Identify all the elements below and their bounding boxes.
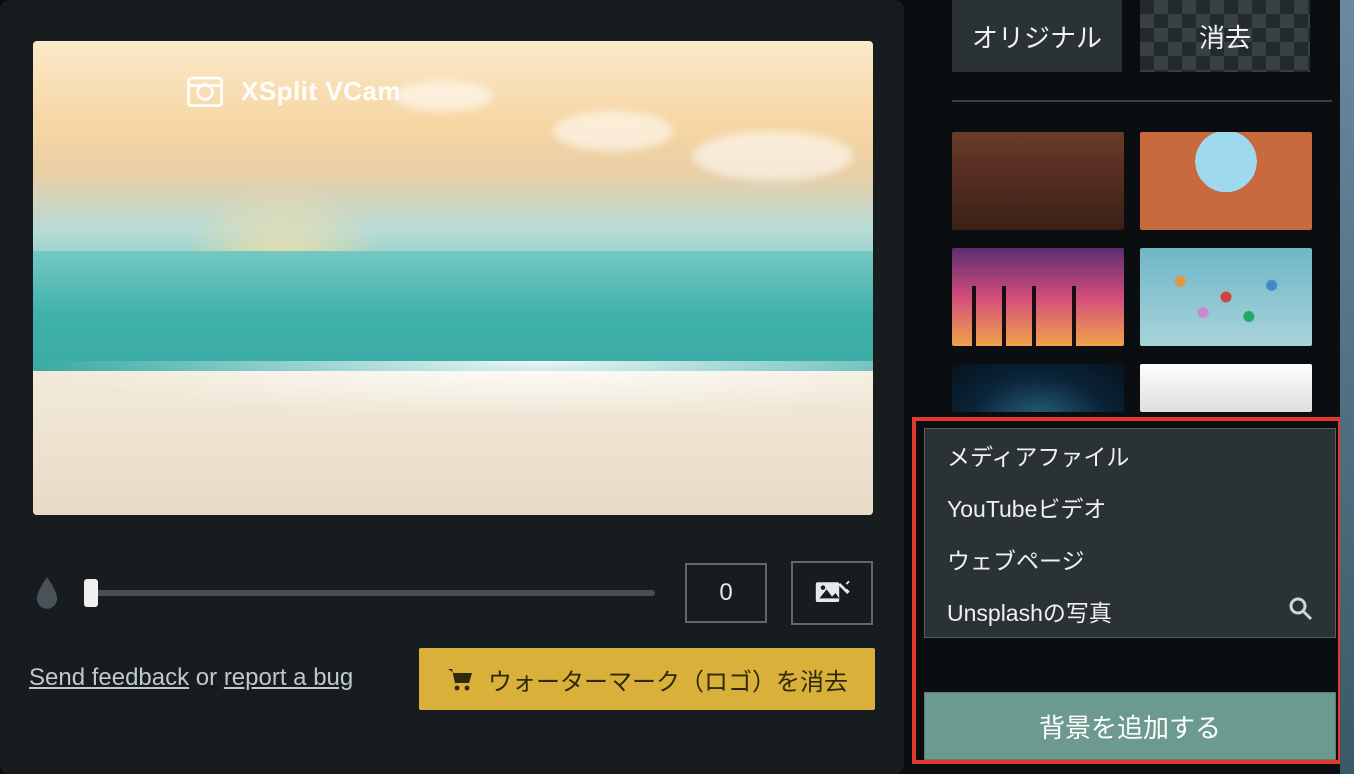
blur-icon bbox=[33, 575, 61, 611]
add-background-menu: メディアファイル YouTubeビデオ ウェブページ Unsplashの写真 bbox=[924, 428, 1336, 638]
remove-watermark-button[interactable]: ウォーターマーク（ロゴ）を消去 bbox=[419, 648, 875, 710]
blur-value-text: 0 bbox=[719, 579, 732, 607]
bg-mode-tiles: オリジナル 消去 bbox=[952, 0, 1332, 72]
bg-thumb-partial[interactable] bbox=[1140, 364, 1312, 412]
app-root: XSplit VCam 0 bbox=[0, 0, 1354, 774]
add-background-button[interactable]: 背景を追加する bbox=[924, 692, 1336, 760]
menu-item-media-file[interactable]: メディアファイル bbox=[925, 429, 1335, 481]
image-wand-icon bbox=[814, 578, 850, 608]
bg-thumb-canyon[interactable] bbox=[1140, 132, 1312, 230]
window-edge bbox=[1340, 0, 1354, 774]
footer-or: or bbox=[189, 664, 224, 691]
bg-thumb-night[interactable] bbox=[952, 364, 1124, 412]
image-edit-button[interactable] bbox=[791, 561, 873, 625]
watermark: XSplit VCam bbox=[183, 69, 401, 113]
background-thumbs bbox=[952, 132, 1332, 412]
report-bug-link[interactable]: report a bug bbox=[224, 664, 353, 691]
menu-item-webpage[interactable]: ウェブページ bbox=[925, 533, 1335, 585]
bg-thumb-balloons[interactable] bbox=[1140, 248, 1312, 346]
menu-item-youtube[interactable]: YouTubeビデオ bbox=[925, 481, 1335, 533]
menu-item-label: YouTubeビデオ bbox=[947, 490, 1106, 524]
footer-links: Send feedback or report a bug bbox=[29, 664, 353, 692]
menu-item-unsplash[interactable]: Unsplashの写真 bbox=[925, 585, 1335, 637]
tile-remove[interactable]: 消去 bbox=[1140, 0, 1310, 72]
menu-item-label: Unsplashの写真 bbox=[947, 594, 1112, 628]
menu-item-label: メディアファイル bbox=[947, 438, 1129, 472]
slider-thumb[interactable] bbox=[84, 579, 98, 607]
bg-thumb-sunset[interactable] bbox=[952, 248, 1124, 346]
remove-watermark-label: ウォーターマーク（ロゴ）を消去 bbox=[488, 662, 848, 697]
tile-remove-label: 消去 bbox=[1199, 18, 1251, 55]
main-panel: XSplit VCam 0 bbox=[0, 0, 904, 774]
menu-item-label: ウェブページ bbox=[947, 542, 1085, 576]
blur-controls: 0 bbox=[33, 558, 873, 628]
watermark-text: XSplit VCam bbox=[241, 76, 401, 107]
cart-icon bbox=[446, 666, 474, 692]
send-feedback-link[interactable]: Send feedback bbox=[29, 664, 189, 691]
tile-original[interactable]: オリジナル bbox=[952, 0, 1122, 72]
search-icon bbox=[1287, 595, 1313, 627]
bg-thumb-library[interactable] bbox=[952, 132, 1124, 230]
divider bbox=[952, 100, 1332, 102]
blur-slider[interactable] bbox=[91, 590, 655, 596]
blur-value-input[interactable]: 0 bbox=[685, 563, 767, 623]
camera-preview: XSplit VCam bbox=[33, 41, 873, 515]
tile-original-label: オリジナル bbox=[972, 18, 1102, 55]
camera-icon bbox=[183, 69, 227, 113]
add-background-label: 背景を追加する bbox=[1039, 708, 1221, 745]
